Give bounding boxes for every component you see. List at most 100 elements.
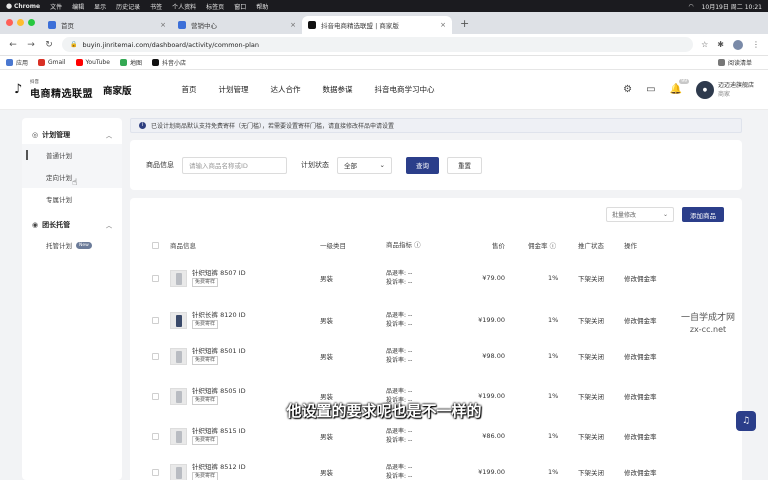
product-name[interactable]: 针织短裤 8505 ID [192, 387, 246, 396]
reload-icon[interactable]: ↻ [44, 40, 54, 50]
profile-avatar[interactable] [733, 39, 743, 50]
nav-home[interactable]: 首页 [182, 84, 197, 95]
edit-commission-link[interactable]: 修改佣金率 [624, 315, 657, 325]
nav-data[interactable]: 数据参谋 [323, 84, 353, 95]
product-thumbnail[interactable] [170, 347, 187, 365]
browser-tab-active[interactable]: 抖音电商精选联盟 | 商家版 × [302, 16, 452, 34]
apple-icon[interactable]: ● [6, 2, 14, 10]
table-row: 针织短裤 8512 ID 免费寄样 男装 品退率: -- 投诉率: -- ¥199.… [130, 456, 742, 480]
product-search-input[interactable]: 请输入商品名称或ID [182, 156, 287, 174]
menu-edit[interactable]: 编辑 [72, 2, 84, 11]
app-logo[interactable]: ♪ 抖音 电商精选联盟 商家版 [14, 79, 132, 100]
sidebar-item-exclusive-plan[interactable]: 专属计划 [22, 188, 122, 210]
edit-commission-link[interactable]: 修改佣金率 [624, 467, 657, 477]
cell-commission: 1% [548, 352, 559, 360]
leader-icon: ◉ [32, 221, 39, 229]
extensions-icon[interactable]: ✱ [717, 40, 724, 50]
product-name[interactable]: 针织短裤 8507 ID [192, 269, 246, 278]
menu-file[interactable]: 文件 [50, 2, 62, 11]
close-window-icon[interactable] [6, 19, 13, 26]
minimize-window-icon[interactable] [17, 19, 24, 26]
nav-influencer[interactable]: 达人合作 [271, 84, 301, 95]
browser-tab-home[interactable]: 首页 × [42, 16, 172, 34]
bookmark-douyin-shop[interactable]: 抖音小店 [151, 58, 186, 67]
cell-status: 下架关闭 [578, 433, 604, 441]
reset-button[interactable]: 重置 [447, 156, 482, 174]
reading-list[interactable]: 阅读清单 [717, 58, 752, 67]
help-circle-icon[interactable]: ⓘ [550, 242, 557, 250]
menu-profile[interactable]: 个人资料 [172, 2, 196, 11]
bookmark-youtube[interactable]: YouTube [75, 59, 110, 66]
nav-learning[interactable]: 抖音电商学习中心 [375, 84, 435, 95]
product-thumbnail[interactable] [170, 311, 187, 329]
product-name[interactable]: 针织长裤 8120 ID [192, 311, 246, 320]
edit-commission-link[interactable]: 修改佣金率 [624, 431, 657, 441]
lock-icon[interactable]: 🔒 [70, 41, 77, 48]
bulk-edit-select[interactable]: 批量修改 ⌄ [606, 207, 674, 222]
product-name[interactable]: 针织短裤 8512 ID [192, 463, 246, 472]
help-circle-icon[interactable]: ⓘ [414, 241, 421, 249]
menu-view[interactable]: 显示 [94, 2, 106, 11]
new-badge: New [76, 241, 92, 249]
select-all-checkbox[interactable] [152, 241, 159, 249]
product-thumbnail[interactable] [170, 427, 187, 445]
avatar: ● [695, 80, 714, 99]
sidebar-item-label: 托管计划 [46, 242, 72, 250]
product-name[interactable]: 针织短裤 8501 ID [192, 347, 246, 356]
edit-commission-link[interactable]: 修改佣金率 [624, 273, 657, 283]
bookmark-maps[interactable]: 地图 [119, 58, 142, 67]
browser-tab-marketing[interactable]: 营销中心 × [172, 16, 302, 34]
back-icon[interactable]: ← [8, 40, 18, 50]
sidebar-group-title: 计划管理 [42, 131, 71, 139]
bookmark-label: 应用 [16, 60, 29, 67]
product-name[interactable]: 针织短裤 8515 ID [192, 427, 246, 436]
cell-price: ¥79.00 [482, 274, 505, 282]
star-icon[interactable]: ☆ [701, 40, 708, 50]
free-sample-tag: 免费寄样 [192, 320, 219, 329]
maximize-window-icon[interactable] [28, 19, 35, 26]
bulk-edit-label: 批量修改 [612, 212, 637, 219]
bookmark-gmail[interactable]: Gmail [38, 59, 66, 66]
product-thumbnail[interactable] [170, 463, 187, 480]
sidebar-item-hosted-plan[interactable]: 托管计划 New [22, 234, 122, 256]
nav-plan-management[interactable]: 计划管理 [219, 84, 249, 95]
row-checkbox[interactable] [152, 392, 159, 400]
cell-return-rate: 品退率: -- [386, 464, 413, 471]
add-product-button[interactable]: 添加商品 [682, 207, 724, 222]
sidebar-group-plan[interactable]: ◎ 计划管理 ︿ [22, 126, 122, 144]
header-category: 一级类目 [320, 242, 346, 250]
menubar-clock[interactable]: 10月19日 周二 10:21 [702, 2, 762, 11]
close-tab-icon[interactable]: × [290, 21, 296, 29]
sidebar-group-title: 团长托管 [42, 221, 71, 229]
menu-help[interactable]: 帮助 [256, 2, 268, 11]
menu-tab[interactable]: 标签页 [206, 2, 224, 11]
menu-window[interactable]: 窗口 [234, 2, 246, 11]
wifi-icon[interactable]: ◠ [688, 3, 693, 10]
bell-icon[interactable]: 🔔 99 [670, 79, 689, 95]
settings-icon[interactable]: ⚙ [623, 84, 632, 95]
status-select[interactable]: 全部 ⌄ [337, 156, 392, 174]
bookmark-apps[interactable]: 应用 [6, 58, 28, 67]
menu-bookmarks[interactable]: 书签 [150, 2, 162, 11]
row-checkbox[interactable] [152, 316, 159, 324]
sidebar-item-normal-plan[interactable]: 普通计划 [22, 144, 122, 166]
close-tab-icon[interactable]: × [440, 21, 446, 29]
user-menu[interactable]: ● 迈迈迪旗舰店 商家 [695, 80, 754, 99]
row-checkbox[interactable] [152, 274, 159, 282]
row-checkbox[interactable] [152, 432, 159, 440]
menu-history[interactable]: 历史记录 [116, 2, 140, 11]
new-tab-icon[interactable]: + [452, 17, 477, 34]
menu-chrome[interactable]: Chrome [14, 3, 40, 10]
product-thumbnail[interactable] [170, 269, 187, 287]
forward-icon[interactable]: → [26, 40, 36, 50]
row-checkbox[interactable] [152, 468, 159, 476]
close-tab-icon[interactable]: × [160, 21, 166, 29]
more-menu-icon[interactable]: ⋮ [752, 40, 760, 50]
message-icon[interactable]: ▭ [646, 84, 655, 95]
sidebar-group-leader[interactable]: ◉ 团长托管 ︿ [22, 216, 122, 234]
douyin-icon [151, 59, 159, 66]
row-checkbox[interactable] [152, 352, 159, 360]
edit-commission-link[interactable]: 修改佣金率 [624, 351, 657, 361]
search-button[interactable]: 查询 [406, 156, 439, 174]
url-bar[interactable]: 🔒 buyin.jinritemai.com/dashboard/activit… [62, 37, 694, 52]
